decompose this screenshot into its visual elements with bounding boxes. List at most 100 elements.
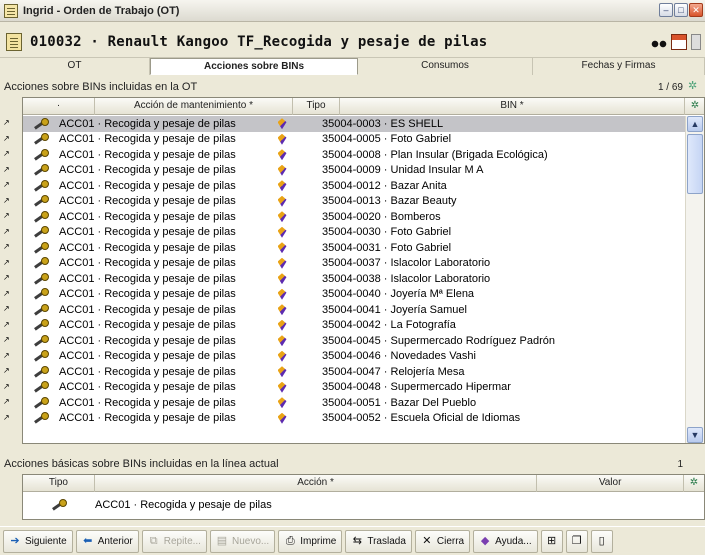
column-header-tipo[interactable]: Tipo xyxy=(23,475,95,492)
row-action: ACC01 · Recogida y pesaje de pilas xyxy=(59,334,236,347)
wrench-icon xyxy=(33,257,49,269)
arrow-left-icon: ⬅ xyxy=(83,535,93,547)
traslada-button[interactable]: ⇆ Traslada xyxy=(345,529,412,553)
column-header-valor[interactable]: Valor xyxy=(537,475,685,492)
tipo-gem-icon xyxy=(277,180,287,192)
page-button[interactable]: ▯ xyxy=(590,529,613,553)
row-bin: 35004-0013 · Bazar Beauty xyxy=(322,195,457,208)
anterior-button[interactable]: ⬅ Anterior xyxy=(75,529,139,553)
row-pin-icon: ↗ xyxy=(3,164,10,174)
table-row[interactable]: ACC01 · Recogida y pesaje de pilas 35004-… xyxy=(23,256,685,272)
table-row[interactable]: ACC01 · Recogida y pesaje de pilas 35004-… xyxy=(23,349,685,365)
table-row[interactable]: ACC01 · Recogida y pesaje de pilas 35004-… xyxy=(23,163,685,179)
copy-icon: ❐ xyxy=(571,535,582,547)
tab-consumos[interactable]: Consumos xyxy=(358,58,533,75)
table-row[interactable]: ACC01 · Recogida y pesaje de pilas 35004-… xyxy=(23,302,685,318)
table-row[interactable]: ACC01 · Recogida y pesaje de pilas 35004-… xyxy=(23,194,685,210)
table-row[interactable]: ACC01 · Recogida y pesaje de pilas 35004-… xyxy=(23,147,685,163)
row-marker-rail: ↗ ↗ ↗ ↗ ↗ ↗ ↗ ↗ ↗ ↗ ↗ ↗ ↗ ↗ ↗ ↗ ↗ ↗ ↗ ↗ xyxy=(0,115,22,444)
table-row[interactable]: ACC01 · Recogida y pesaje de pilas 35004-… xyxy=(23,411,685,427)
close-button[interactable]: ✕ xyxy=(689,3,703,17)
table-row[interactable]: ACC01 · Recogida y pesaje de pilas 35004-… xyxy=(23,287,685,303)
column-header-accion[interactable]: Acción * xyxy=(95,475,538,492)
export-icon[interactable] xyxy=(691,34,701,50)
search-binoculars-icon[interactable] xyxy=(651,34,667,50)
layout-grid-button[interactable]: ⊞ xyxy=(540,529,563,553)
table-row[interactable]: ACC01 · Recogida y pesaje de pilas 35004-… xyxy=(23,318,685,334)
maximize-button[interactable]: □ xyxy=(674,3,688,17)
tab-bar: OT Acciones sobre BINs Consumos Fechas y… xyxy=(0,58,705,75)
nuevo-button[interactable]: ▤ Nuevo... xyxy=(209,529,276,553)
row-bin: 35004-0012 · Bazar Anita xyxy=(322,179,447,192)
siguiente-button[interactable]: ➔ Siguiente xyxy=(3,529,73,553)
row-pin-icon: ↗ xyxy=(3,180,10,189)
bins-rows: ACC01 · Recogida y pesaje de pilas 35004-… xyxy=(23,116,685,443)
tipo-gem-icon xyxy=(277,118,287,130)
table-row[interactable]: ACC01 · Recogida y pesaje de pilas 35004-… xyxy=(23,209,685,225)
row-action: ACC01 · Recogida y pesaje de pilas xyxy=(59,350,236,363)
scroll-thumb[interactable] xyxy=(687,134,703,194)
row-bin: 35004-0047 · Relojería Mesa xyxy=(322,365,465,378)
wrench-icon xyxy=(33,350,49,362)
row-action: ACC01 · Recogida y pesaje de pilas xyxy=(59,210,236,223)
tab-fechas-firmas[interactable]: Fechas y Firmas xyxy=(533,58,705,75)
row-bin: 35004-0037 · Islacolor Laboratorio xyxy=(322,257,491,270)
wrench-icon xyxy=(33,365,49,378)
repite-button[interactable]: ⧉ Repite... xyxy=(141,529,207,553)
table-row[interactable]: ACC01 · Recogida y pesaje de pilas 35004-… xyxy=(23,333,685,349)
row-action: ACC01 · Recogida y pesaje de pilas xyxy=(59,164,236,177)
wrench-icon xyxy=(33,164,49,176)
scroll-up-button[interactable]: ▲ xyxy=(687,116,703,132)
row-action: ACC01 · Recogida y pesaje de pilas xyxy=(59,117,236,130)
tipo-gem-icon xyxy=(277,366,287,378)
table-row[interactable]: ACC01 · Recogida y pesaje de pilas 35004-… xyxy=(23,178,685,194)
table-row[interactable]: ACC01 · Recogida y pesaje de pilas 35004-… xyxy=(23,225,685,241)
tipo-gem-icon xyxy=(277,288,287,300)
column-header-bin[interactable]: BIN * xyxy=(340,98,685,115)
tipo-gem-icon xyxy=(277,164,287,176)
column-header-action[interactable]: Acción de mantenimiento * xyxy=(95,98,293,115)
column-chooser-icon[interactable]: ✲ xyxy=(684,475,704,492)
wrench-icon xyxy=(33,303,49,316)
table-row[interactable]: ACC01 · Recogida y pesaje de pilas 35004-… xyxy=(23,116,685,132)
table-row[interactable]: ACC01 · Recogida y pesaje de pilas 35004-… xyxy=(23,395,685,411)
header-tools xyxy=(651,34,701,50)
bins-scrollbar[interactable]: ▲ ▼ xyxy=(685,116,704,443)
table-row[interactable]: ACC01 · Recogida y pesaje de pilas 35004-… xyxy=(23,364,685,380)
table-row[interactable]: ACC01 · Recogida y pesaje de pilas 35004-… xyxy=(23,132,685,148)
row-action: ACC01 · Recogida y pesaje de pilas xyxy=(59,412,236,425)
tab-ot[interactable]: OT xyxy=(0,58,150,75)
row-bin: 35004-0009 · Unidad Insular M A xyxy=(322,164,484,177)
row-bin: 35004-0046 · Novedades Vashi xyxy=(322,350,476,363)
minimize-button[interactable]: – xyxy=(659,3,673,17)
tipo-gem-icon xyxy=(277,397,287,409)
row-action: ACC01 · Recogida y pesaje de pilas xyxy=(59,288,236,301)
row-action: ACC01 · Recogida y pesaje de pilas xyxy=(59,226,236,239)
table-row[interactable]: ACC01 · Recogida y pesaje de pilas 35004-… xyxy=(23,380,685,396)
wrench-icon xyxy=(33,210,49,223)
tipo-gem-icon xyxy=(277,257,287,269)
ayuda-button[interactable]: ◆ Ayuda... xyxy=(473,529,538,553)
table-row[interactable]: ACC01 · Recogida y pesaje de pilas 35004-… xyxy=(23,271,685,287)
row-pin-icon: ↗ xyxy=(3,288,10,298)
column-chooser-icon[interactable]: ✲ xyxy=(685,98,704,115)
wrench-icon xyxy=(33,319,49,331)
tab-acciones-bins[interactable]: Acciones sobre BINs xyxy=(150,58,358,75)
cierra-button[interactable]: ✕ Cierra xyxy=(414,529,471,553)
table-row[interactable]: ACC01 · Recogida y pesaje de pilas 35004-… xyxy=(23,240,685,256)
copy-button[interactable]: ❐ xyxy=(565,529,588,553)
tipo-gem-icon xyxy=(277,381,287,393)
wrench-icon xyxy=(51,499,67,511)
scroll-down-button[interactable]: ▼ xyxy=(687,427,703,443)
row-pin-icon: ↗ xyxy=(3,242,10,251)
column-header-tipo[interactable]: Tipo xyxy=(293,98,340,115)
refresh-icon[interactable]: ✲ xyxy=(688,81,699,92)
imprime-button[interactable]: ⎙ Imprime xyxy=(278,529,343,553)
row-pin-icon: ↗ xyxy=(3,366,10,375)
calendar-icon[interactable] xyxy=(671,34,687,50)
wrench-icon xyxy=(33,179,49,192)
bottom-toolbar: ➔ Siguiente ⬅ Anterior ⧉ Repite... ▤ Nue… xyxy=(0,526,705,555)
row-action: ACC01 · Recogida y pesaje de pilas xyxy=(59,148,236,161)
basic-action-row[interactable]: ACC01 · Recogida y pesaje de pilas xyxy=(23,492,704,518)
bins-section-title: Acciones sobre BINs incluidas en la OT xyxy=(4,81,198,93)
